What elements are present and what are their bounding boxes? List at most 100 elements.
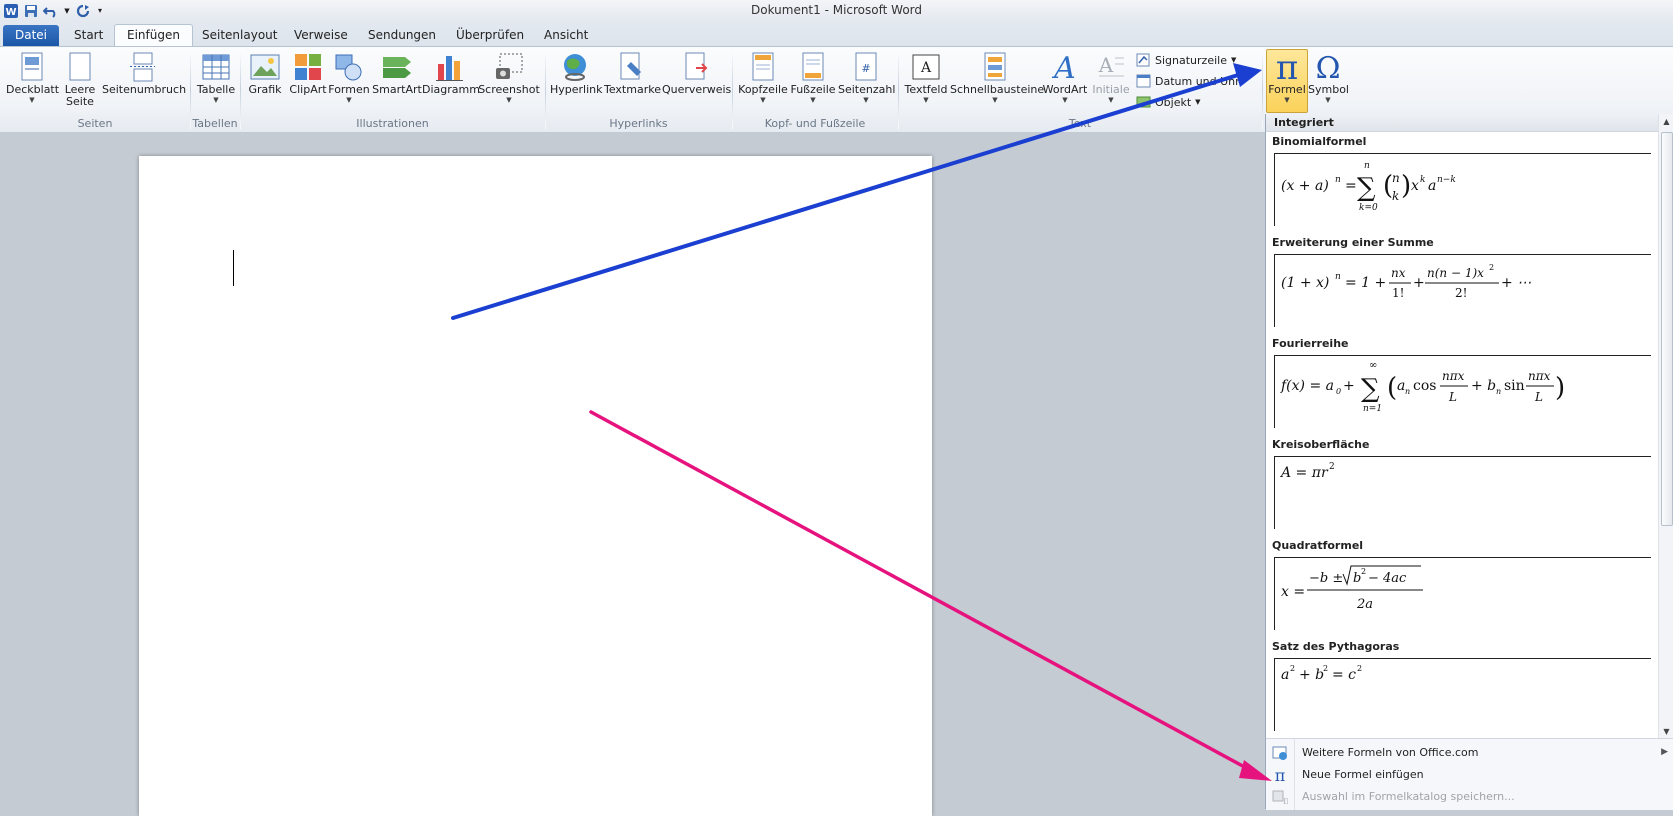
- svg-text:+ b: + b: [1471, 378, 1496, 394]
- tabelle-button[interactable]: Tabelle ▼: [194, 50, 238, 104]
- svg-text:+: +: [1343, 378, 1355, 394]
- equation-binomial[interactable]: Binomialformel (x + a) n = n ∑ k=0 ( n k…: [1266, 135, 1658, 235]
- document-area: [0, 132, 1265, 816]
- group-label-hyperlinks: Hyperlinks: [609, 117, 668, 130]
- tab-ueberpruefen[interactable]: Überprüfen: [444, 25, 536, 46]
- scrollbar-thumb[interactable]: [1661, 132, 1673, 526]
- svg-text:Ω: Ω: [1316, 51, 1341, 84]
- formen-button[interactable]: Formen ▼: [328, 50, 370, 104]
- equation-pythagoras[interactable]: Satz des Pythagoras a 2 + b 2 = c 2: [1266, 640, 1658, 740]
- svg-text:2: 2: [1323, 664, 1328, 673]
- svg-text:n: n: [1335, 272, 1341, 282]
- screenshot-button[interactable]: Screenshot ▼: [478, 50, 540, 104]
- svg-text:k=0: k=0: [1359, 203, 1378, 213]
- svg-text:a: a: [1281, 667, 1289, 683]
- tab-verweise[interactable]: Verweise: [282, 25, 360, 46]
- signaturzeile-button[interactable]: Signaturzeile ▼: [1136, 50, 1236, 70]
- svg-text:n: n: [1364, 161, 1370, 171]
- initiale-button[interactable]: A Initiale ▼: [1090, 50, 1132, 104]
- equation-fourier[interactable]: Fourierreihe f(x) = a 0 + ∞ ∑ n=1 ( a n …: [1266, 337, 1658, 437]
- svg-text:x =: x =: [1281, 584, 1305, 600]
- textmarke-button[interactable]: Textmarke: [604, 50, 661, 96]
- equation-preview: (1 + x) n = 1 + nx 1! + n(n − 1)x 2 2! +…: [1274, 254, 1651, 327]
- menu-more-equations[interactable]: Weitere Formeln von Office.com ▶: [1266, 742, 1673, 763]
- group-separator: [1262, 51, 1263, 129]
- header-icon: [738, 50, 788, 84]
- title-bar: W ▼ ▾ Dokument1 - Microsoft Word: [0, 0, 1673, 22]
- circle-area-formula: A = πr 2: [1279, 462, 1335, 481]
- svg-text:nπx: nπx: [1442, 369, 1465, 383]
- equation-circle-area[interactable]: Kreisoberfläche A = πr 2: [1266, 438, 1658, 538]
- equation-preview: (x + a) n = n ∑ k=0 ( n k ) x k a n−k: [1274, 153, 1651, 226]
- formel-button[interactable]: π Formel ▼: [1266, 49, 1308, 113]
- table-icon: [194, 50, 238, 84]
- kopfzeile-button[interactable]: Kopfzeile ▼: [738, 50, 788, 104]
- svg-text:L: L: [1448, 390, 1457, 404]
- querverweis-button[interactable]: Querverweis: [662, 50, 731, 96]
- diagramm-button[interactable]: Diagramm: [422, 50, 480, 96]
- chevron-down-icon: ▼: [506, 96, 512, 104]
- textbox-icon: A: [902, 50, 950, 84]
- menu-save-selection[interactable]: π Auswahl im Formelkatalog speichern...: [1266, 786, 1673, 807]
- svg-text:2a: 2a: [1356, 597, 1373, 612]
- grafik-button[interactable]: Grafik: [246, 50, 284, 96]
- seitenzahl-button[interactable]: # Seitenzahl ▼: [838, 50, 895, 104]
- svg-text:n: n: [1496, 387, 1501, 396]
- equation-quadratic[interactable]: Quadratformel x = −b ± b 2 − 4ac 2a: [1266, 539, 1658, 639]
- fusszeile-button[interactable]: Fußzeile ▼: [790, 50, 836, 104]
- svg-text:nπx: nπx: [1528, 369, 1551, 383]
- tab-einfuegen[interactable]: Einfügen: [114, 24, 193, 47]
- svg-text:∞: ∞: [1369, 360, 1377, 371]
- chevron-down-icon: ▼: [1062, 96, 1068, 104]
- symbol-button[interactable]: Ω Symbol ▼: [1308, 50, 1349, 104]
- seitenumbruch-button[interactable]: Seitenumbruch: [102, 50, 186, 96]
- svg-text:k: k: [1392, 189, 1399, 203]
- svg-text:+: +: [1413, 275, 1425, 291]
- chevron-down-icon: ▼: [923, 96, 929, 104]
- svg-text:n: n: [1392, 171, 1400, 185]
- scroll-up-icon[interactable]: ▲: [1659, 114, 1673, 129]
- wordart-button[interactable]: A WordArt ▼: [1040, 50, 1090, 104]
- schnellbausteine-button[interactable]: Schnellbausteine ▼: [950, 50, 1044, 104]
- tab-sendungen[interactable]: Sendungen: [356, 25, 448, 46]
- smartart-icon: [372, 50, 422, 84]
- equation-sum-expansion[interactable]: Erweiterung einer Summe (1 + x) n = 1 + …: [1266, 236, 1658, 336]
- menu-insert-new-equation[interactable]: π Neue Formel einfügen: [1266, 764, 1673, 785]
- svg-text:2: 2: [1489, 263, 1494, 272]
- group-label-illustrationen: Illustrationen: [356, 117, 429, 130]
- page-break-icon: [102, 50, 182, 84]
- clipart-button[interactable]: ClipArt: [288, 50, 328, 96]
- svg-text:#: #: [861, 62, 870, 75]
- tab-seitenlayout[interactable]: Seitenlayout: [190, 25, 289, 46]
- svg-text:− 4ac: − 4ac: [1368, 571, 1407, 586]
- tab-ansicht[interactable]: Ansicht: [532, 25, 600, 46]
- hyperlink-button[interactable]: Hyperlink: [550, 50, 603, 96]
- chevron-down-icon: ▼: [213, 96, 219, 104]
- chevron-down-icon: ▼: [1108, 96, 1114, 104]
- pi-icon: π: [1272, 767, 1288, 783]
- smartart-button[interactable]: SmartArt: [372, 50, 422, 96]
- globe-link-icon: [550, 50, 602, 84]
- objekt-button[interactable]: Objekt ▼: [1136, 92, 1201, 112]
- svg-text:2: 2: [1357, 664, 1362, 673]
- tab-datei[interactable]: Datei: [3, 25, 60, 46]
- screenshot-icon: [478, 50, 540, 84]
- quick-parts-icon: [950, 50, 1040, 84]
- deckblatt-button[interactable]: Deckblatt ▼: [6, 50, 59, 104]
- shapes-icon: [328, 50, 370, 84]
- svg-text:2: 2: [1329, 462, 1335, 472]
- svg-text:f(x) = a: f(x) = a: [1280, 378, 1334, 394]
- textfeld-button[interactable]: A Textfeld ▼: [902, 50, 950, 104]
- gallery-scrollbar[interactable]: ▲ ▼: [1658, 114, 1673, 739]
- document-page[interactable]: [139, 156, 932, 816]
- datum-uhrzeit-button[interactable]: Datum und Uhr: [1136, 71, 1240, 91]
- scroll-down-icon[interactable]: ▼: [1659, 724, 1673, 739]
- svg-text:(: (: [1387, 373, 1397, 403]
- svg-text:+ b: + b: [1299, 667, 1324, 683]
- chevron-down-icon: ▼: [346, 96, 352, 104]
- svg-text:): ): [1401, 171, 1411, 201]
- svg-text:=: =: [1345, 178, 1357, 194]
- leere-seite-button[interactable]: Leere Seite: [60, 50, 100, 108]
- chevron-down-icon: ▼: [1325, 96, 1331, 104]
- tab-start[interactable]: Start: [62, 25, 115, 46]
